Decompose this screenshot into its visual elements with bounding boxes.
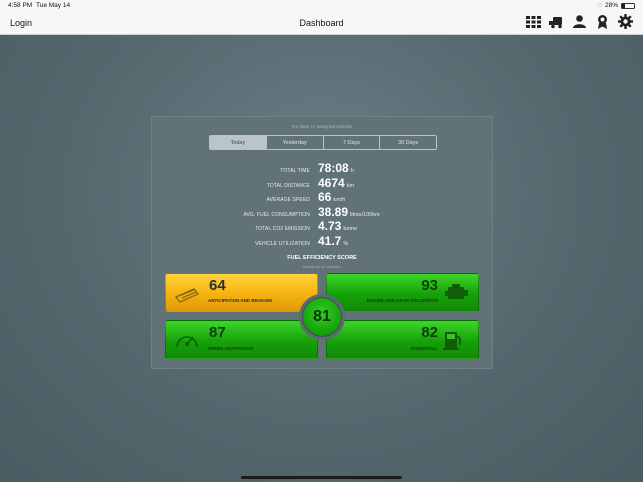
user-icon[interactable] (572, 14, 587, 29)
wifi-icon: ◌ (597, 2, 602, 9)
status-date: Tue May 14 (36, 2, 71, 9)
metric-co2-emission: TOTAL CO2 EMISSION 4.73 tonne (152, 219, 492, 234)
metric-unit: litres/100km (350, 211, 380, 218)
metric-label: AVERAGE SPEED (266, 197, 310, 203)
tile-score: 87 (209, 324, 226, 341)
tile-label: ENGINE AND GEAR UTILIZATION (366, 298, 438, 303)
metric-total-distance: TOTAL DISTANCE 4674 km (152, 176, 492, 191)
engine-icon (445, 284, 468, 299)
metric-label: TOTAL DISTANCE (266, 182, 310, 189)
fuel-efficiency-title: FUEL EFFICIENCY SCORE (287, 255, 357, 261)
tile-score: 93 (421, 277, 438, 294)
tile-engine-gear[interactable]: 93 ENGINE AND GEAR UTILIZATION (326, 273, 479, 312)
metric-value: 4.73 (318, 219, 342, 233)
tab-yesterday[interactable]: Yesterday (267, 136, 324, 149)
metric-unit: km (346, 182, 355, 189)
metric-value: 4674 (318, 175, 345, 190)
vehicle-count-note: For have 17 assigned vehicles (291, 124, 353, 129)
tile-speed-adaptation[interactable]: 87 SPEED ADAPTATION (165, 320, 318, 359)
gear-icon[interactable] (618, 14, 633, 29)
metric-label: AVG. FUEL CONSUMPTION (243, 211, 310, 218)
tile-score: 82 (421, 324, 438, 341)
metric-average-speed: AVERAGE SPEED 66 km/h (152, 190, 492, 205)
metric-value: 38.89 (318, 204, 349, 219)
status-time: 4:58 PM (8, 2, 33, 9)
metric-vehicle-utilization: VEHICLE UTILIZATION 41.7 % (152, 234, 492, 249)
battery-icon (621, 2, 635, 9)
metric-value: 41.7 (318, 233, 342, 248)
metric-label: VEHICLE UTILIZATION (255, 240, 310, 247)
overall-score-badge: 81 (299, 294, 345, 340)
pedal-icon (174, 288, 200, 303)
top-bar: 4:58 PM Tue May 14 ◌ 28% Login Dashboard (0, 0, 643, 35)
tile-standstill[interactable]: 82 STANDSTILL (326, 320, 479, 359)
tile-label: ANTICIPATION AND BRAKING (208, 298, 273, 303)
tile-score: 64 (209, 277, 226, 294)
truck-icon[interactable] (549, 14, 564, 29)
metric-label: TOTAL CO2 EMISSION (255, 226, 310, 232)
tile-anticipation-braking[interactable]: 64 ANTICIPATION AND BRAKING (165, 273, 318, 312)
fuel-efficiency-subtitle: based on 12 vehicles (303, 264, 341, 269)
home-indicator[interactable] (241, 476, 402, 479)
tab-today[interactable]: Today (210, 136, 267, 149)
metric-unit: tonne (343, 226, 358, 232)
grid-icon[interactable] (526, 14, 541, 29)
nav-icons (526, 14, 633, 29)
tile-label: SPEED ADAPTATION (208, 346, 254, 351)
tab-7-days[interactable]: 7 Days (324, 136, 381, 149)
metric-value: 66 (318, 190, 332, 204)
battery-percent: 28% (604, 2, 618, 9)
metric-unit: km/h (333, 197, 346, 203)
tile-label: STANDSTILL (410, 346, 438, 351)
metric-unit: h (350, 168, 354, 174)
award-icon[interactable] (595, 14, 610, 29)
dashboard-card: For have 17 assigned vehicles Today Yest… (151, 116, 493, 369)
tab-30-days[interactable]: 30 Days (380, 136, 436, 149)
status-right: ◌ 28% (598, 2, 635, 9)
metric-unit: % (343, 240, 349, 247)
metric-label: TOTAL TIME (280, 168, 310, 174)
fuel-pump-icon (443, 332, 461, 350)
metric-total-time: TOTAL TIME 78:08 h (152, 161, 492, 176)
metric-fuel-consumption: AVG. FUEL CONSUMPTION 38.89 litres/100km (152, 205, 492, 220)
metrics-list: TOTAL TIME 78:08 h TOTAL DISTANCE 4674 k… (152, 161, 492, 248)
speedometer-icon (176, 336, 198, 348)
metric-value: 78:08 (318, 161, 349, 175)
period-tabs: Today Yesterday 7 Days 30 Days (209, 135, 437, 150)
